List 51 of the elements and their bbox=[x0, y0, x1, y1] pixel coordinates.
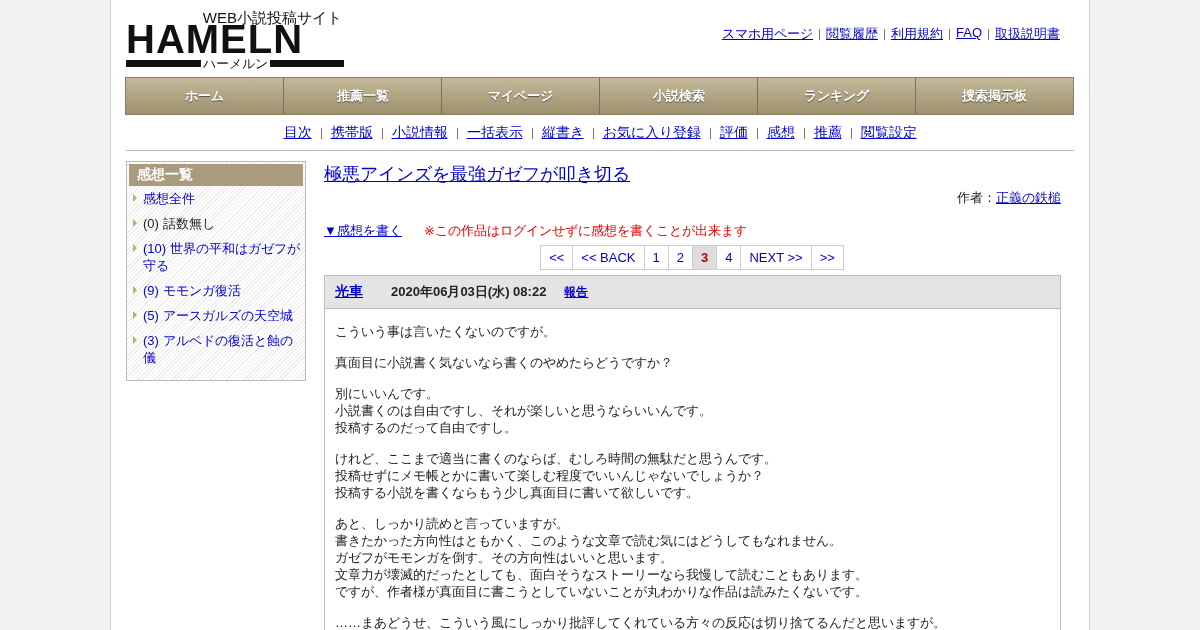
report-link[interactable]: 報告 bbox=[564, 284, 589, 301]
header-link[interactable]: FAQ bbox=[956, 25, 982, 43]
sidebar-link[interactable]: (3) アルベドの復活と蝕の儀 bbox=[143, 332, 303, 366]
header-link[interactable]: 利用規約 bbox=[891, 25, 943, 43]
page-link[interactable]: 1 bbox=[643, 245, 669, 270]
novel-title-link[interactable]: 極悪アインズを最強ガゼフが叩き切る bbox=[324, 162, 630, 186]
comment-paragraph: ……まあどうせ、こういう風にしっかり批評してくれている方々の反応は切り捨てるんだと思いますが。 bbox=[335, 614, 947, 630]
header-link[interactable]: 取扱説明書 bbox=[995, 25, 1060, 43]
bullet-icon bbox=[133, 336, 137, 344]
author-link[interactable]: 正義の鉄槌 bbox=[996, 190, 1061, 205]
comment-paragraph: こういう事は言いたくないのですが。 bbox=[335, 323, 557, 340]
bullet-icon bbox=[133, 286, 137, 294]
page-link[interactable]: << bbox=[540, 245, 574, 270]
sidebar-link[interactable]: (10) 世界の平和はガゼフが守る bbox=[143, 240, 303, 274]
header-link[interactable]: スマホ用ページ bbox=[722, 25, 813, 43]
sidebar-text: (0) 話数無し bbox=[143, 215, 215, 232]
header-link[interactable]: 閲覧履歴 bbox=[826, 25, 878, 43]
sidebar-title: 感想一覧 bbox=[129, 164, 303, 186]
page-link[interactable]: >> bbox=[810, 245, 844, 270]
comment-paragraph: 真面目に小説書く気ないなら書くのやめたらどうですか？ bbox=[335, 354, 674, 371]
sub-nav-link[interactable]: 目次 bbox=[283, 124, 312, 142]
logo-reading: ハーメルン bbox=[202, 57, 268, 70]
comment-date: 2020年06月03日(水) 08:22 bbox=[391, 283, 547, 301]
username-link[interactable]: 光車 bbox=[335, 283, 363, 301]
bullet-icon bbox=[133, 311, 137, 319]
sidebar-link[interactable]: (9) モモンガ復活 bbox=[143, 282, 241, 299]
comment-paragraph: あと、しっかり読めと言っていますが。 書きたかった方向性はともかく、このような文章で読む気にはどうしてもなれません。 ガゼフがモモンガを倒す。その方向性はいいと思います。 文章力が壊滅的だったとしても、面白そうなストーリーなら我慢して読むこともあります。 ですが、作者様が真面目に書こうとしていないことが丸わかりな作品は読みたくないです。 bbox=[335, 515, 869, 600]
sub-nav-link[interactable]: お気に入り登録 bbox=[602, 124, 701, 142]
notice-text: ※この作品はログインせずに感想を書くことが出来ます bbox=[423, 222, 747, 240]
sub-nav-link[interactable]: 感想 bbox=[766, 124, 795, 142]
author-label: 作者： bbox=[957, 190, 996, 205]
comment-paragraph: 別にいいんです。 小説書くのは自由ですし、それが楽しいと思うならいいんです。 投稿するのだって自由ですし。 bbox=[335, 385, 713, 436]
page-link[interactable]: NEXT >> bbox=[740, 245, 812, 270]
sub-nav-link[interactable]: 縦書き bbox=[541, 124, 584, 142]
sidebar-link[interactable]: (5) アースガルズの天空城 bbox=[143, 307, 293, 324]
sub-nav-link[interactable]: 携帯版 bbox=[330, 124, 373, 142]
bullet-icon bbox=[133, 219, 137, 227]
sub-nav-link[interactable]: 推薦 bbox=[813, 124, 842, 142]
sub-nav-link[interactable]: 閲覧設定 bbox=[860, 124, 917, 142]
write-comment-link[interactable]: ▼感想を書く bbox=[324, 222, 402, 240]
bullet-icon bbox=[133, 194, 137, 202]
sub-nav-link[interactable]: 小説情報 bbox=[391, 124, 448, 142]
sub-nav-link[interactable]: 一括表示 bbox=[466, 124, 523, 142]
page-link[interactable]: << BACK bbox=[572, 245, 645, 270]
comment-paragraph: けれど、ここまで適当に書くのならば、むしろ時間の無駄だと思うんです。 投稿せずにメモ帳とかに書いて楽しむ程度でいいんじゃないでしょうか？ 投稿する小説を書くならもう少し真面目に書いて欲しいです。 bbox=[335, 450, 778, 501]
page-link[interactable]: 4 bbox=[716, 245, 742, 270]
page-link[interactable]: 2 bbox=[667, 245, 693, 270]
sub-nav-link[interactable]: 評価 bbox=[719, 124, 748, 142]
page-link[interactable]: 3 bbox=[692, 245, 718, 270]
bullet-icon bbox=[133, 244, 137, 252]
sidebar-link[interactable]: 感想全件 bbox=[143, 190, 195, 207]
